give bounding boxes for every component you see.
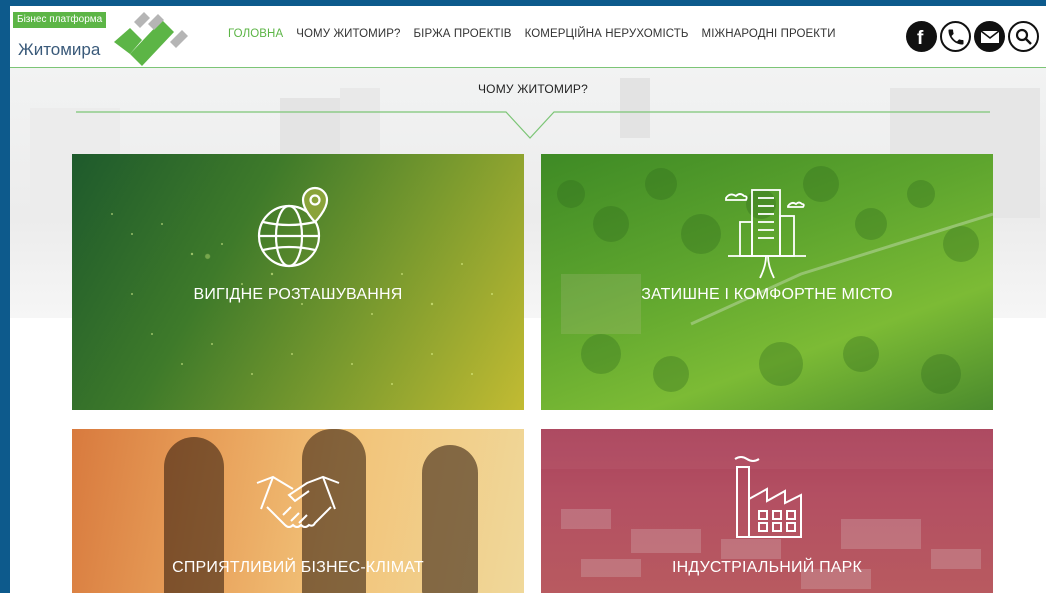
- globe-pin-icon: [257, 186, 329, 268]
- search-icon[interactable]: [1008, 21, 1039, 52]
- logo-badge: Бізнес платформа: [13, 12, 107, 28]
- tile-label: ІНДУСТРІАЛЬНИЙ ПАРК: [671, 559, 863, 576]
- main-nav: ГОЛОВНА ЧОМУ ЖИТОМИР? БІРЖА ПРОЕКТІВ КОМ…: [228, 28, 849, 40]
- tile-business-climate[interactable]: СПРИЯТЛИВИЙ БІЗНЕС-КЛІМАТ: [72, 429, 524, 593]
- nav-item-projects-exchange[interactable]: БІРЖА ПРОЕКТІВ: [414, 28, 512, 40]
- tile-cozy-city[interactable]: ЗАТИШНЕ І КОМФОРТНЕ МІСТО: [541, 154, 993, 410]
- site-header: Бізнес платформа Житомира ГОЛОВНА ЧОМУ Ж…: [10, 6, 1046, 68]
- section-divider: [76, 111, 990, 139]
- logo[interactable]: Бізнес платформа Житомира: [10, 6, 210, 68]
- facebook-icon[interactable]: f: [906, 21, 937, 52]
- city-building-icon: [725, 189, 806, 279]
- nav-item-commercial-real-estate[interactable]: КОМЕРЦІЙНА НЕРУХОМІСТЬ: [525, 28, 689, 40]
- logo-city: Житомира: [18, 40, 101, 59]
- nav-item-why-zhytomyr[interactable]: ЧОМУ ЖИТОМИР?: [296, 28, 400, 40]
- nav-item-home[interactable]: ГОЛОВНА: [228, 28, 283, 40]
- social-links: f: [906, 21, 1039, 52]
- phone-icon[interactable]: [940, 21, 971, 52]
- svg-text:f: f: [917, 28, 924, 49]
- tile-label: ВИГІДНЕ РОЗТАШУВАННЯ: [193, 286, 403, 303]
- tile-convenient-location[interactable]: ВИГІДНЕ РОЗТАШУВАННЯ: [72, 154, 524, 410]
- factory-icon: [734, 456, 802, 538]
- tile-label: ЗАТИШНЕ І КОМФОРТНЕ МІСТО: [641, 286, 893, 303]
- handshake-icon: [256, 475, 340, 528]
- section-title: ЧОМУ ЖИТОМИР?: [477, 82, 588, 96]
- tile-industrial-park[interactable]: ІНДУСТРІАЛЬНИЙ ПАРК: [541, 429, 993, 593]
- nav-item-international-projects[interactable]: МІЖНАРОДНІ ПРОЕКТИ: [702, 28, 836, 40]
- logo-mark-icon: [114, 12, 188, 66]
- tile-label: СПРИЯТЛИВИЙ БІЗНЕС-КЛІМАТ: [172, 559, 424, 576]
- email-icon[interactable]: [974, 21, 1005, 52]
- page: Бізнес платформа Житомира ГОЛОВНА ЧОМУ Ж…: [10, 6, 1046, 593]
